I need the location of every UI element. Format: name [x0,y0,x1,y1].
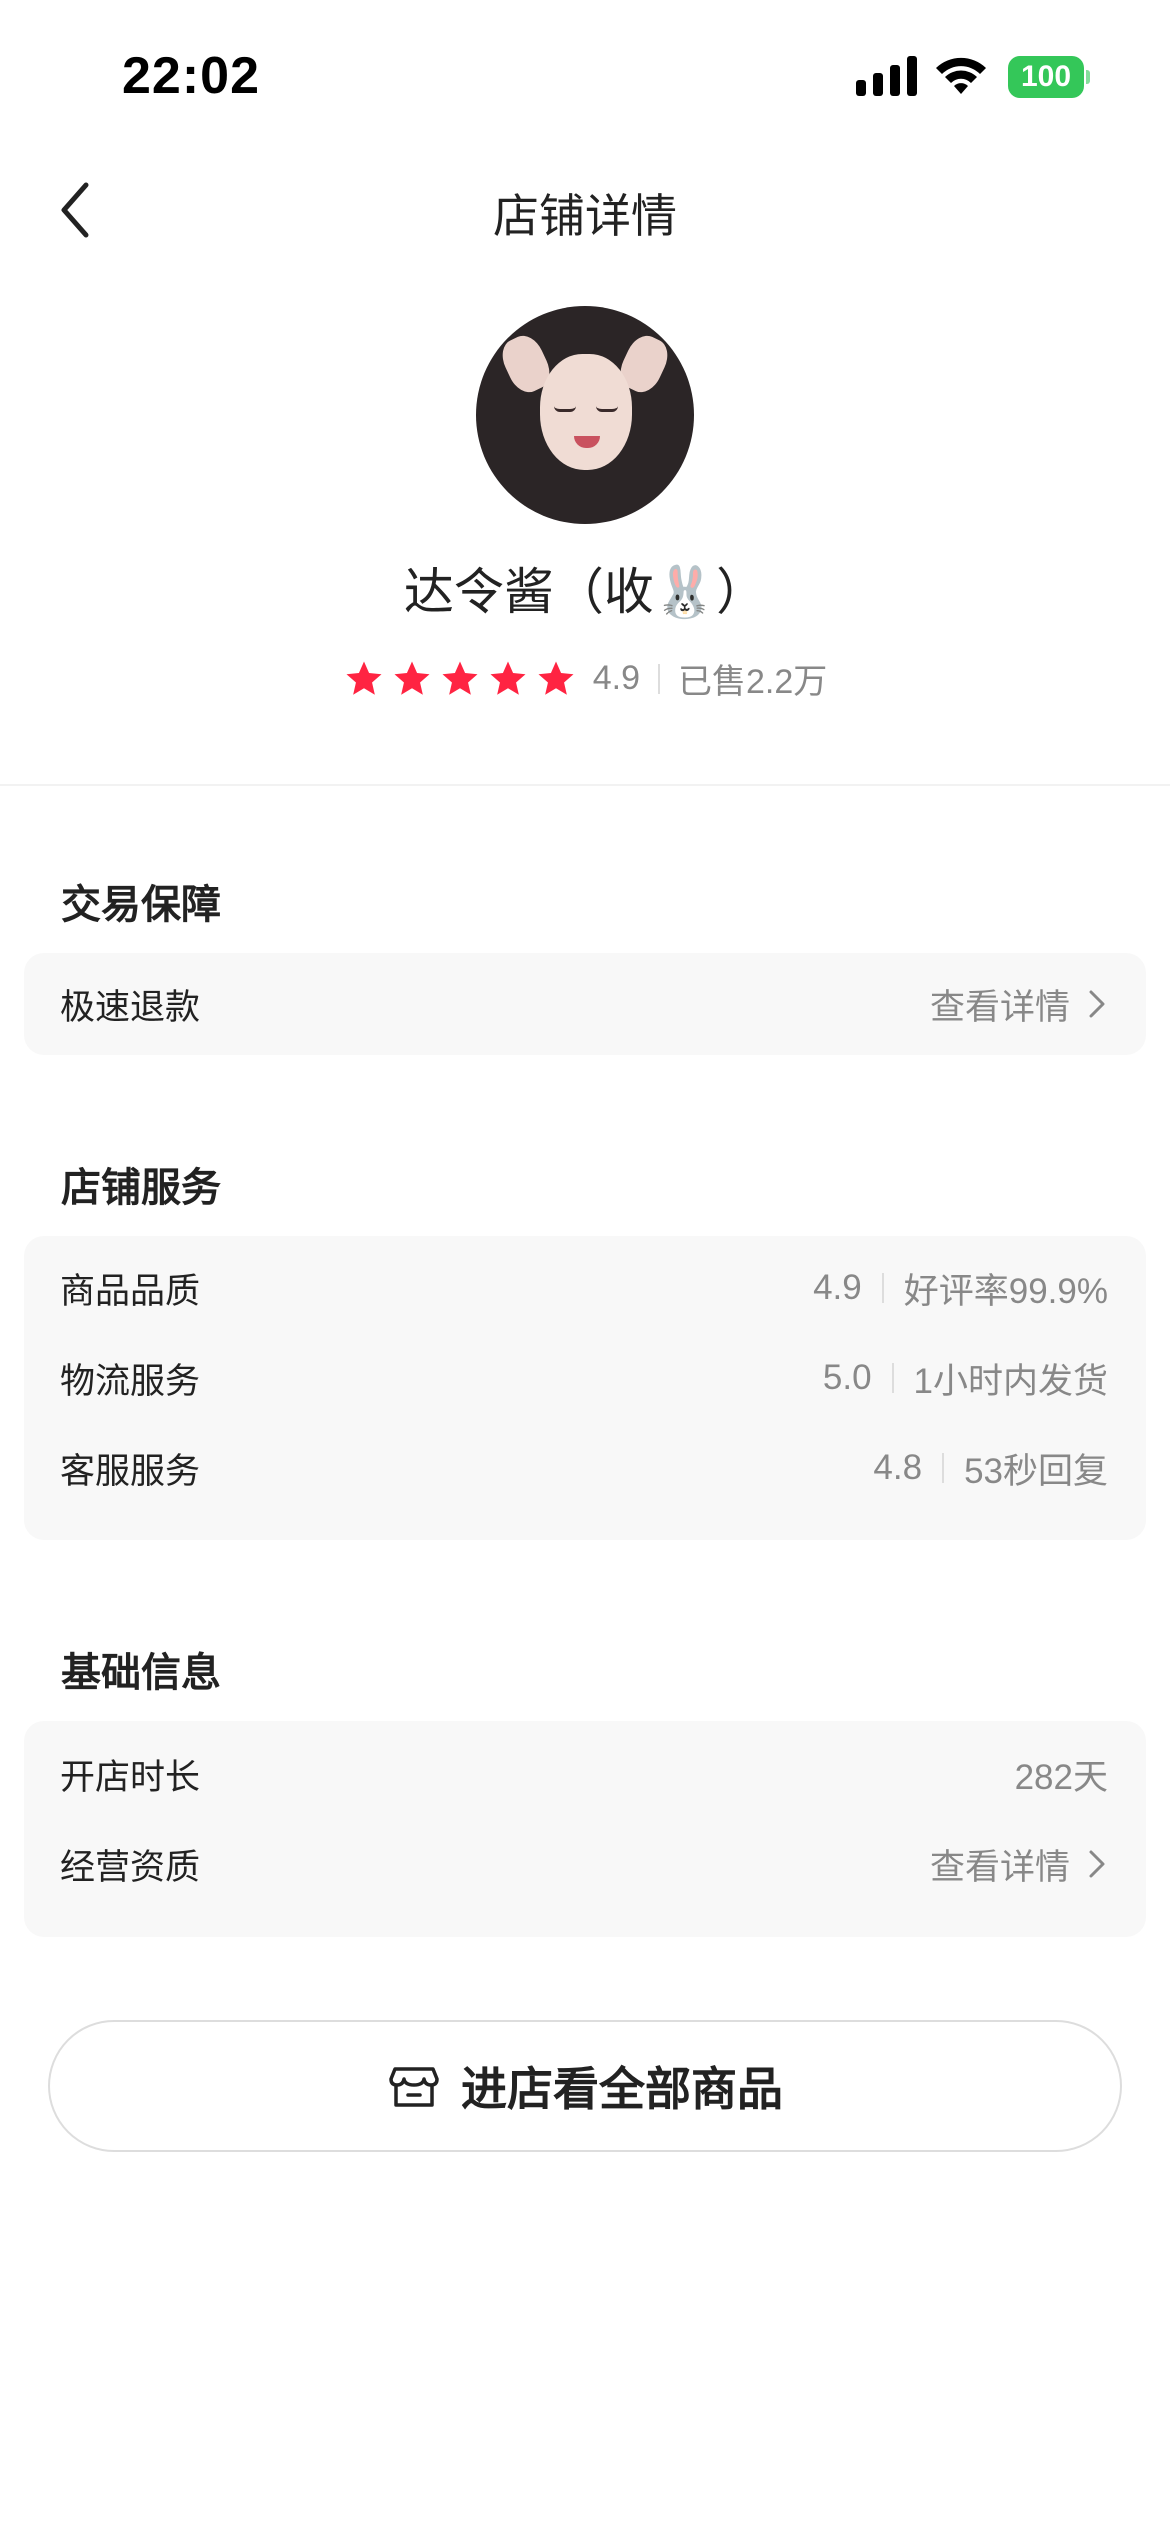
separator [891,1363,894,1393]
row-label: 开店时长 [60,1757,201,1797]
battery-level: 100 [1008,56,1084,98]
shop-header: 达令酱（收🐰） 4.9 已售2.2万 [0,306,1170,703]
nav-bar: 店铺详情 [0,150,1170,270]
service-row-logistics: 物流服务 5.0 1小时内发货 [60,1348,1108,1408]
info-row-qualification[interactable]: 经营资质 查看详情 [60,1834,1108,1894]
separator [881,1273,884,1303]
wifi-icon [936,57,986,94]
service-score: 5.0 [822,1358,872,1397]
info-row-store-age: 开店时长 282天 [60,1744,1108,1804]
fast-refund-row[interactable]: 极速退款 查看详情 [60,974,1108,1034]
divider [0,784,1170,786]
service-detail: 好评率99.9% [903,1271,1108,1311]
section-title-trade-guarantee: 交易保障 [61,883,221,927]
view-details-link[interactable]: 查看详情 [930,979,1108,1030]
row-label: 商品品质 [60,1271,201,1311]
row-label: 客服服务 [60,1451,201,1491]
star-icon [442,661,478,695]
enter-store-label: 进店看全部商品 [461,2063,783,2115]
service-score: 4.9 [813,1268,862,1307]
service-score: 4.8 [873,1448,923,1487]
enter-store-button[interactable]: 进店看全部商品 [48,2020,1122,2152]
basic-info-card: 开店时长 282天 经营资质 查看详情 [24,1721,1146,1937]
shop-name: 达令酱（收🐰） [403,564,767,620]
store-icon [389,2067,439,2107]
section-title-basic-info: 基础信息 [61,1651,221,1695]
star-icon [490,661,526,695]
separator [942,1453,945,1483]
trade-guarantee-card: 极速退款 查看详情 [24,953,1146,1055]
battery-icon: 100 [1008,56,1090,98]
separator [658,663,660,694]
row-label: 极速退款 [60,987,201,1027]
star-icon [394,661,430,695]
row-label: 物流服务 [60,1361,201,1401]
status-time: 22:02 [122,47,260,105]
store-age-value: 282天 [1014,1757,1108,1797]
view-details-link[interactable]: 查看详情 [930,1839,1108,1890]
star-rating [343,658,577,700]
chevron-right-icon [1089,1850,1105,1878]
service-detail: 1小时内发货 [913,1361,1108,1401]
rating-row: 4.9 已售2.2万 [0,654,1170,703]
star-icon [538,661,574,695]
shop-rating: 4.9 [592,659,640,697]
service-row-customer-service: 客服服务 4.8 53秒回复 [60,1438,1108,1498]
view-details-label: 查看详情 [929,987,1070,1027]
avatar [476,306,694,524]
service-detail: 53秒回复 [964,1451,1108,1491]
service-row-quality: 商品品质 4.9 好评率99.9% [60,1258,1108,1318]
store-service-card: 商品品质 4.9 好评率99.9% 物流服务 5.0 1小时内发货 客服服务 4… [24,1236,1146,1540]
status-bar: 22:02 100 [0,0,1170,150]
view-details-label: 查看详情 [929,1847,1070,1887]
section-title-store-service: 店铺服务 [61,1166,221,1210]
star-icon [346,661,382,695]
row-label: 经营资质 [60,1847,201,1887]
page-title: 店铺详情 [493,190,677,242]
signal-icon [856,56,917,96]
shop-sold-count: 已售2.2万 [678,663,828,701]
chevron-right-icon [1089,990,1105,1018]
